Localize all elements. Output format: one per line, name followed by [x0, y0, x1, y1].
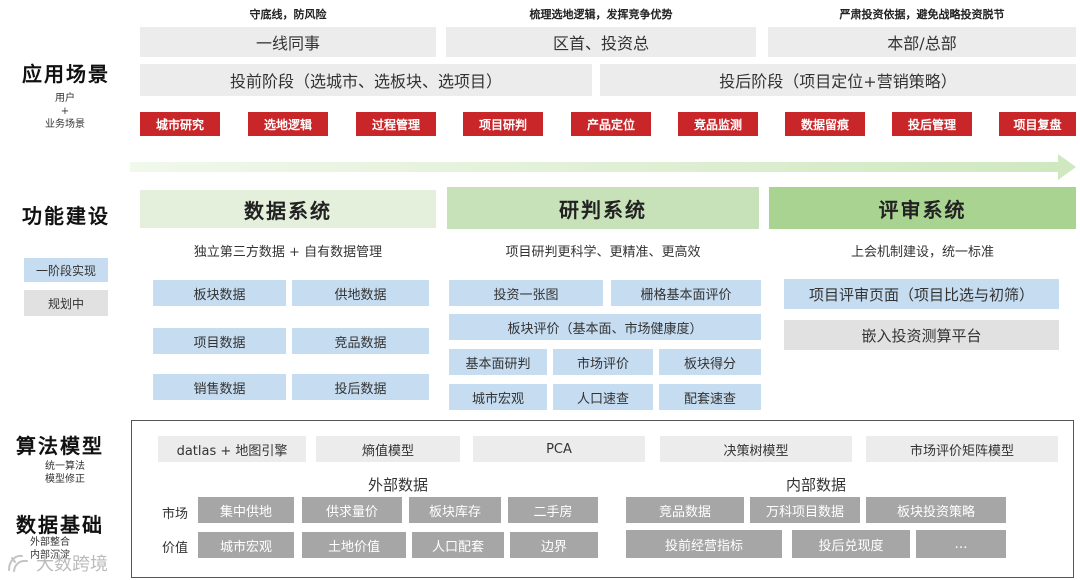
external-data-item: 边界 — [510, 532, 598, 558]
row-label-data: 数据基础 — [16, 513, 104, 537]
scenario-tag: 过程管理 — [356, 112, 436, 136]
row-sub-line: 外部整合 — [30, 537, 70, 548]
scenario-tag: 项目复盘 — [999, 112, 1076, 136]
data-item: 销售数据 — [153, 374, 286, 400]
system-data-desc: 独立第三方数据 + 自有数据管理 — [193, 244, 383, 260]
watermark: 大数跨境 — [6, 550, 108, 576]
judgement-item: 配套速查 — [659, 384, 761, 410]
external-data-item: 二手房 — [508, 497, 598, 523]
judgement-item: 栅格基本面评价 — [611, 280, 761, 306]
external-side-label: 市场 — [162, 507, 189, 522]
internal-data-item: 万科项目数据 — [750, 497, 860, 523]
watermark-logo-icon — [8, 554, 28, 572]
top-note-1: 守底线，防风险 — [249, 8, 327, 21]
system-review-title: 评审系统 — [769, 187, 1076, 229]
scenario-tag: 数据留痕 — [785, 112, 865, 136]
internal-data-item: … — [916, 530, 1006, 558]
judgement-item: 基本面研判 — [449, 349, 547, 375]
legend-planning: 规划中 — [24, 290, 108, 316]
row-sub-line: 模型修正 — [45, 474, 85, 485]
external-data-item: 供求量价 — [302, 497, 402, 523]
data-item: 竞品数据 — [292, 328, 429, 354]
model-item: 市场评价矩阵模型 — [866, 436, 1058, 462]
row-label-functions: 功能建设 — [22, 204, 110, 228]
judgement-item: 板块评价（基本面、市场健康度） — [449, 314, 761, 340]
model-item: datlas + 地图引擎 — [158, 436, 306, 462]
scenario-tag: 城市研究 — [140, 112, 220, 136]
external-data-item: 人口配套 — [412, 532, 504, 558]
review-item-planned: 嵌入投资测算平台 — [784, 320, 1059, 350]
judgement-item: 市场评价 — [553, 349, 653, 375]
review-item: 项目评审页面（项目比选与初筛） — [784, 279, 1059, 309]
row-sub-models: 统一算法 模型修正 — [30, 460, 100, 486]
phase-post-investment: 投后阶段（项目定位+营销策略） — [600, 64, 1076, 96]
user-regional: 区首、投资总 — [446, 27, 756, 57]
internal-data-item: 投前经营指标 — [626, 530, 782, 558]
legend-implemented: 一阶段实现 — [24, 258, 108, 282]
system-judgement-title: 研判系统 — [447, 187, 759, 229]
user-hq: 本部/总部 — [768, 27, 1076, 57]
row-sub-line: 用户 — [55, 93, 75, 104]
watermark-text: 大数跨境 — [36, 554, 108, 575]
judgement-item: 人口速查 — [553, 384, 653, 410]
data-item: 供地数据 — [292, 280, 429, 306]
scenario-tag: 选地逻辑 — [248, 112, 328, 136]
internal-data-item: 板块投资策略 — [866, 497, 1006, 523]
external-data-item: 板块库存 — [409, 497, 501, 523]
judgement-item: 城市宏观 — [449, 384, 547, 410]
external-data-item: 城市宏观 — [198, 532, 294, 558]
external-side-label: 价值 — [162, 541, 189, 556]
row-sub-line: 统一算法 — [45, 461, 85, 472]
data-item: 投后数据 — [292, 374, 429, 400]
judgement-item: 板块得分 — [659, 349, 761, 375]
row-sub-scenarios: 用户 + 业务场景 — [30, 92, 100, 131]
external-data-item: 集中供地 — [198, 497, 294, 523]
system-review-desc: 上会机制建设，统一标准 — [850, 244, 994, 260]
data-item: 项目数据 — [153, 328, 286, 354]
model-item: PCA — [473, 436, 645, 462]
internal-data-item: 投后兑现度 — [792, 530, 910, 558]
internal-data-title: 内部数据 — [785, 475, 846, 494]
phase-pre-investment: 投前阶段（选城市、选板块、选项目） — [140, 64, 592, 96]
scenario-tag: 项目研判 — [463, 112, 543, 136]
model-item: 决策树模型 — [660, 436, 852, 462]
top-note-2: 梳理选地逻辑，发挥竞争优势 — [529, 8, 673, 21]
system-data-title: 数据系统 — [140, 190, 436, 228]
row-sub-line: + — [60, 106, 70, 117]
row-label-models: 算法模型 — [16, 434, 104, 458]
system-judgement-desc: 项目研判更科学、更精准、更高效 — [505, 244, 701, 260]
scenario-tag: 投后管理 — [892, 112, 972, 136]
external-data-title: 外部数据 — [367, 475, 428, 494]
internal-data-item: 竞品数据 — [626, 497, 744, 523]
row-sub-line: 业务场景 — [45, 119, 85, 130]
scenario-tag: 竞品监测 — [678, 112, 758, 136]
user-frontline: 一线同事 — [140, 27, 436, 57]
row-label-scenarios: 应用场景 — [22, 62, 110, 86]
external-data-item: 土地价值 — [302, 532, 406, 558]
model-item: 熵值模型 — [316, 436, 460, 462]
scenario-tag: 产品定位 — [571, 112, 651, 136]
judgement-item: 投资一张图 — [449, 280, 603, 306]
top-note-3: 严肃投资依据，避免战略投资脱节 — [839, 8, 1005, 21]
data-item: 板块数据 — [153, 280, 286, 306]
flow-arrow-icon — [130, 154, 1076, 180]
